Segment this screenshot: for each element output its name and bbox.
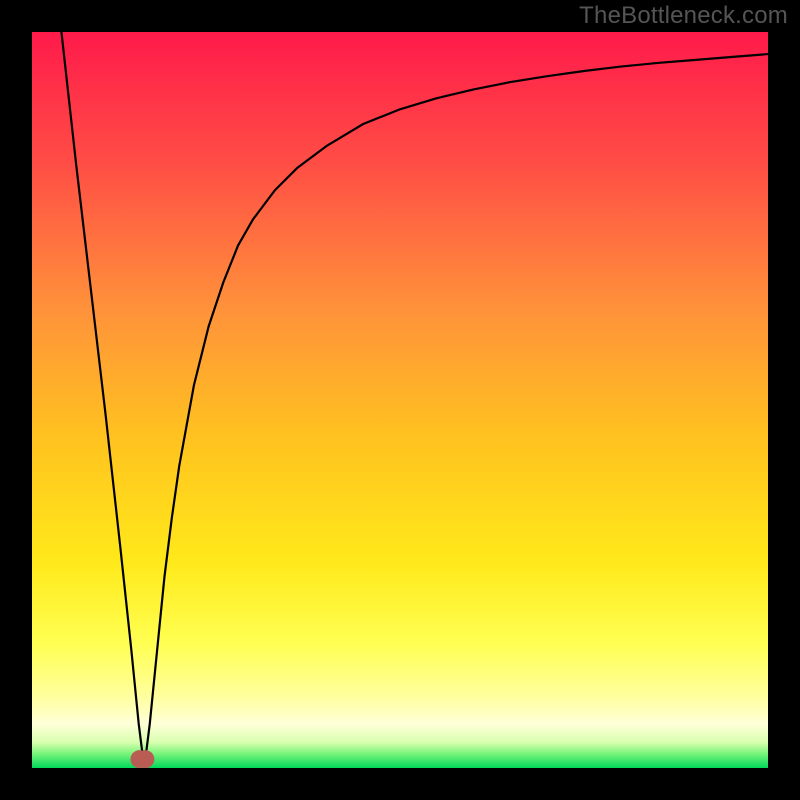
minimum-marker [130,750,154,768]
chart-container: TheBottleneck.com [0,0,800,800]
gradient-background [32,32,768,768]
chart-svg [32,32,768,768]
marker-dot [136,750,154,768]
plot-area [32,32,768,768]
watermark-text: TheBottleneck.com [579,2,788,30]
